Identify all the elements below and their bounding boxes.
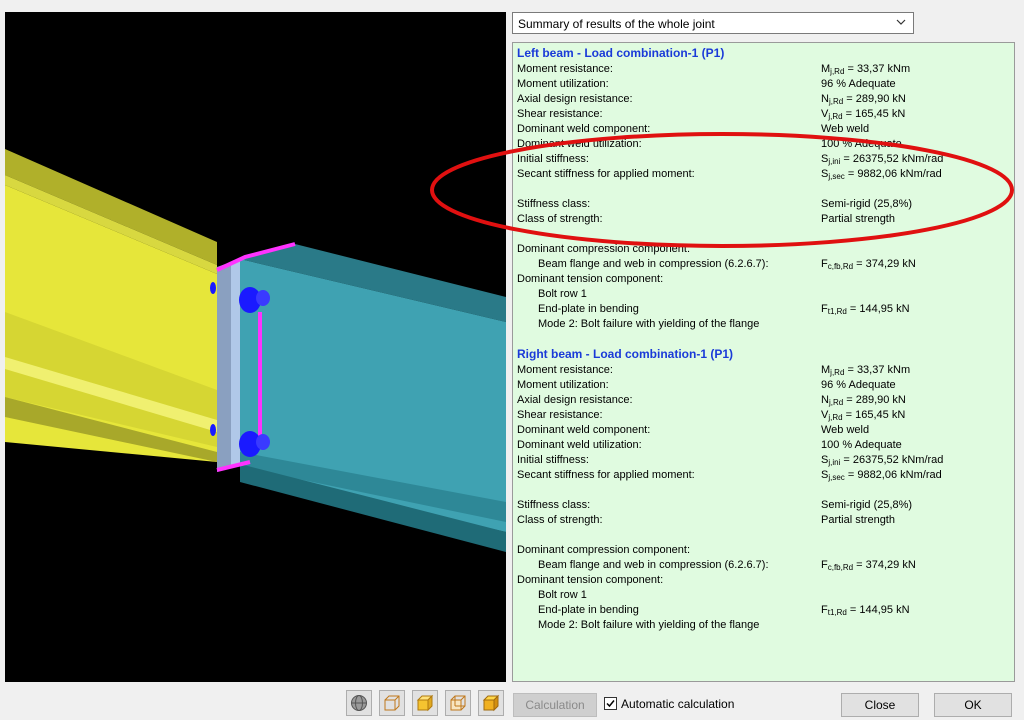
highlight-ellipse — [430, 132, 1014, 248]
checkmark-icon — [606, 700, 615, 708]
transparent-cube-icon[interactable] — [445, 690, 471, 716]
checkbox-box[interactable] — [604, 697, 617, 710]
wireframe-cube-icon[interactable] — [379, 690, 405, 716]
calculation-button[interactable]: Calculation — [513, 693, 597, 717]
chevron-down-icon — [896, 19, 906, 25]
close-button[interactable]: Close — [841, 693, 919, 717]
end-plate — [217, 262, 231, 472]
results-view-dropdown[interactable]: Summary of results of the whole joint — [512, 12, 914, 34]
render-sphere-icon[interactable] — [346, 690, 372, 716]
dropdown-value: Summary of results of the whole joint — [518, 17, 715, 31]
ok-button[interactable]: OK — [934, 693, 1012, 717]
3d-viewport[interactable] — [5, 12, 506, 682]
left-beam-title: Left beam - Load combination-1 (P1) — [517, 46, 725, 60]
solid-cube-icon[interactable] — [412, 690, 438, 716]
automatic-calculation-label: Automatic calculation — [621, 697, 735, 711]
shaded-cube-icon[interactable] — [478, 690, 504, 716]
right-beam-title: Right beam - Load combination-1 (P1) — [517, 347, 734, 361]
